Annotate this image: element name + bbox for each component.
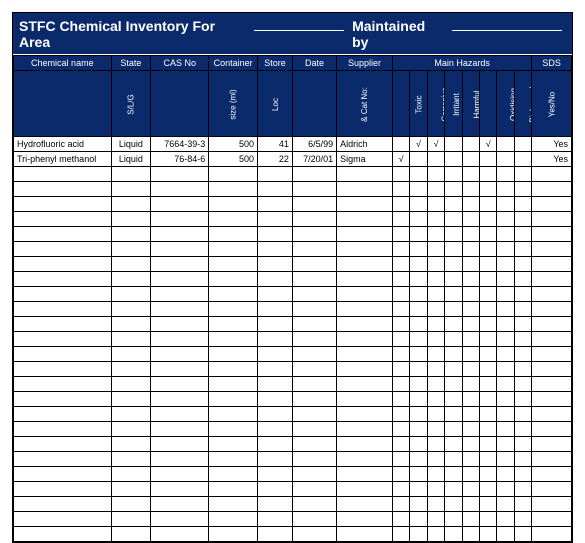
inventory-sheet: STFC Chemical Inventory For Area Maintai… <box>12 12 573 543</box>
table-row <box>14 407 572 422</box>
table-row <box>14 317 572 332</box>
header-row-2: S/L/G size (ml) Loc & Cat No: Flammable … <box>14 71 572 137</box>
col-name: Chemical name <box>14 56 112 71</box>
haz-toxic: Toxic <box>410 71 427 137</box>
table-row <box>14 452 572 467</box>
table-row <box>14 212 572 227</box>
title-maintained: Maintained by <box>352 18 444 50</box>
inventory-table: Chemical name State CAS No Container Sto… <box>13 55 572 542</box>
table-row <box>14 512 572 527</box>
col-store: Store <box>258 56 293 71</box>
table-row <box>14 182 572 197</box>
col-container: Container <box>209 56 258 71</box>
area-blank <box>254 17 344 31</box>
table-row <box>14 302 572 317</box>
table-row <box>14 332 572 347</box>
table-row <box>14 467 572 482</box>
haz-corrosive: Corrosive <box>427 71 444 137</box>
table-row <box>14 437 572 452</box>
header-row-1: Chemical name State CAS No Container Sto… <box>14 56 572 71</box>
title-bar: STFC Chemical Inventory For Area Maintai… <box>13 13 572 55</box>
haz-biohazard: Biohazard <box>514 71 531 137</box>
col-date: Date <box>292 56 336 71</box>
col-state: State <box>111 56 151 71</box>
sub-date <box>292 71 336 137</box>
haz-oxidising: Oxidising <box>497 71 514 137</box>
haz-flammable: Flammable <box>392 71 409 137</box>
maintained-blank <box>452 17 562 31</box>
table-row <box>14 347 572 362</box>
table-row <box>14 527 572 542</box>
col-sds: SDS <box>532 56 572 71</box>
table-row <box>14 377 572 392</box>
sub-cas <box>151 71 209 137</box>
table-row <box>14 227 572 242</box>
table-row <box>14 422 572 437</box>
sub-store: Loc <box>258 71 293 137</box>
table-row <box>14 197 572 212</box>
table-row <box>14 167 572 182</box>
table-row: Tri-phenyl methanolLiquid76-84-6500227/2… <box>14 152 572 167</box>
haz-harmful: Harmful <box>462 71 479 137</box>
table-row: Hydrofluoric acidLiquid7664-39-3500416/5… <box>14 137 572 152</box>
table-row <box>14 257 572 272</box>
table-row <box>14 272 572 287</box>
sub-name <box>14 71 112 137</box>
table-row <box>14 482 572 497</box>
table-row <box>14 287 572 302</box>
sub-supplier: & Cat No: <box>337 71 393 137</box>
col-supplier: Supplier <box>337 56 393 71</box>
col-hazards: Main Hazards <box>392 56 531 71</box>
table-row <box>14 392 572 407</box>
sub-state: S/L/G <box>111 71 151 137</box>
haz-environ: Harmful to Environm. <box>480 71 497 137</box>
sub-container: size (ml) <box>209 71 258 137</box>
haz-irritant: Irritant <box>445 71 462 137</box>
table-row <box>14 362 572 377</box>
table-row <box>14 242 572 257</box>
table-body: Hydrofluoric acidLiquid7664-39-3500416/5… <box>14 137 572 542</box>
title-prefix: STFC Chemical Inventory For Area <box>19 18 246 50</box>
col-cas: CAS No <box>151 56 209 71</box>
table-row <box>14 497 572 512</box>
sub-sds: Yes/No <box>532 71 572 137</box>
